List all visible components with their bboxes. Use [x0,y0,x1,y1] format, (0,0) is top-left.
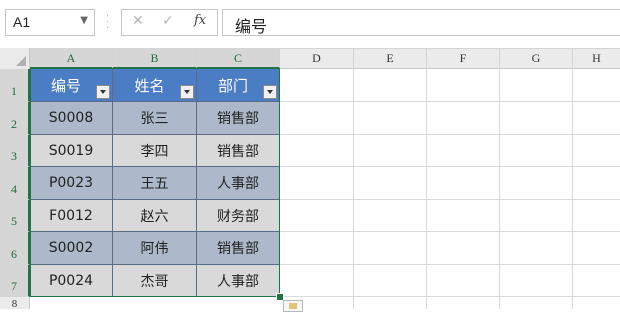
table-cell[interactable]: S0019 [30,135,113,167]
cell-value: 张三 [140,111,169,127]
row-number: 2 [11,117,17,131]
table-cell[interactable]: P0024 [30,265,113,297]
gridline [426,69,427,309]
table-cell[interactable]: P0023 [30,167,113,200]
table-header-cell[interactable]: 编号 [30,69,113,102]
cell-value: 销售部 [217,143,259,160]
gridline [353,69,354,309]
table-cell[interactable]: 人事部 [197,265,280,297]
filter-dropdown-icon[interactable] [263,85,277,99]
cell-value: S0008 [48,110,94,126]
table-cell[interactable]: 王五 [113,167,197,200]
table-cell[interactable]: S0008 [30,102,113,135]
row-header-8[interactable]: 8 [0,297,30,310]
gridline [499,69,500,309]
quick-analysis-icon[interactable] [283,300,303,312]
table-cell[interactable]: 销售部 [197,135,280,167]
cell-value: 李四 [140,143,169,160]
table-cell[interactable]: 财务部 [197,200,280,232]
table-cell[interactable]: 杰哥 [113,265,197,297]
cell-value: S0002 [48,240,94,256]
table-cell[interactable]: 人事部 [197,167,280,200]
row-number: 5 [11,214,17,228]
cell-value: 人事部 [217,273,259,290]
table-cell[interactable]: 张三 [113,102,197,135]
row-number: 3 [11,149,17,163]
cell-value: 销售部 [217,111,259,127]
row-header-6[interactable]: 6 [0,232,30,265]
select-all-icon [16,56,26,66]
table-header-cell[interactable]: 姓名 [113,69,197,102]
column-header-c[interactable]: C [197,48,280,69]
row-number: 7 [11,279,17,293]
row-number: 8 [11,298,18,310]
cell-value: 人事部 [217,176,259,192]
table-cell[interactable]: 销售部 [197,102,280,135]
insert-function-button[interactable]: fx [194,13,206,28]
cell-value: S0019 [48,142,94,159]
table-cell[interactable]: 李四 [113,135,197,167]
cancel-icon[interactable]: ✕ [132,13,144,29]
formula-bar: A1 ▼ · · · ✕ ✓ fx 编号 [0,0,620,46]
cell-value: 杰哥 [140,273,169,290]
cell-value: F0012 [49,207,93,224]
table-cell[interactable]: F0012 [30,200,113,232]
cell-value: P0023 [48,175,94,191]
formula-buttons: ✕ ✓ fx [121,9,218,36]
cell-value: 阿伟 [140,241,169,257]
row-header-3[interactable]: 3 [0,135,30,167]
row-number: 1 [11,84,17,98]
column-header-a[interactable]: A [30,48,113,69]
table-cell[interactable]: 阿伟 [113,232,197,265]
cell-value: 财务部 [217,208,259,225]
formula-content: 编号 [235,17,268,36]
row-header-1[interactable]: 1 [0,69,30,102]
table-cell[interactable]: 销售部 [197,232,280,265]
column-header-d[interactable]: D [280,48,354,69]
row-header-7[interactable]: 7 [0,265,30,297]
column-header-g[interactable]: G [500,48,573,69]
cell-value: P0024 [48,272,94,289]
name-box[interactable]: A1 ▼ [5,9,95,36]
table-cell[interactable]: 赵六 [113,200,197,232]
column-header-h[interactable]: H [573,48,620,69]
row-number: 4 [11,182,17,196]
enter-icon[interactable]: ✓ [162,13,174,29]
row-header-4[interactable]: 4 [0,167,30,200]
row-header-5[interactable]: 5 [0,200,30,232]
table-cell[interactable]: S0002 [30,232,113,265]
formula-input[interactable]: 编号 [222,9,620,36]
drag-handle-icon[interactable]: · · · [106,12,109,34]
cell-value: 销售部 [217,241,259,257]
cell-value: 王五 [140,176,169,192]
column-header-e[interactable]: E [354,48,427,69]
row-header-2[interactable]: 2 [0,102,30,135]
filter-dropdown-icon[interactable] [96,85,110,99]
select-all-button[interactable] [0,48,30,69]
column-header-f[interactable]: F [427,48,500,69]
cell-value: 赵六 [140,208,169,225]
row-number: 6 [11,247,17,261]
column-header-b[interactable]: B [113,48,197,69]
name-box-value: A1 [13,14,31,30]
gridline [572,69,573,309]
filter-dropdown-icon[interactable] [180,85,194,99]
chevron-down-icon[interactable]: ▼ [80,15,88,26]
table-header-cell[interactable]: 部门 [197,69,280,102]
